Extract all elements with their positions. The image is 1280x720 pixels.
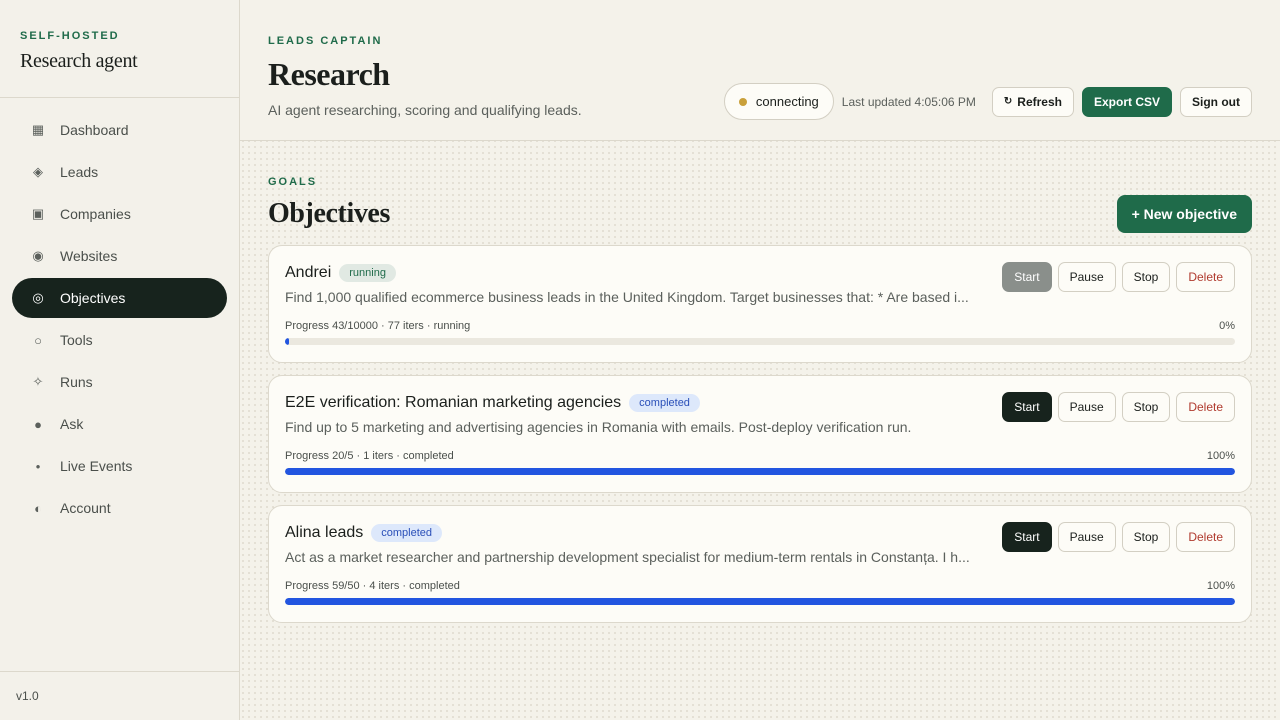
main-content: LEADS CAPTAIN Research AI agent research… bbox=[240, 0, 1280, 720]
sidebar-item-companies[interactable]: ▣ Companies bbox=[12, 194, 227, 234]
progress-bar bbox=[285, 598, 1235, 605]
sidebar-item-label: Leads bbox=[60, 164, 99, 180]
objective-card: Alina leads completed Act as a market re… bbox=[268, 505, 1252, 623]
refresh-label: Refresh bbox=[1017, 94, 1062, 109]
stop-button[interactable]: Stop bbox=[1121, 262, 1171, 292]
progress-bar-fill bbox=[285, 598, 1235, 605]
sidebar-item-account[interactable]: ◐ Account bbox=[12, 488, 227, 528]
delete-button[interactable]: Delete bbox=[1176, 522, 1235, 552]
objective-name: Andrei bbox=[285, 264, 332, 281]
objective-card: Andrei running Find 1,000 qualified ecom… bbox=[268, 245, 1252, 363]
page-title: Research bbox=[268, 56, 390, 92]
status-dot-icon bbox=[738, 97, 747, 106]
pause-button[interactable]: Pause bbox=[1057, 262, 1116, 292]
sidebar-item-label: Websites bbox=[60, 248, 118, 264]
progress-percent: 100% bbox=[1206, 580, 1235, 592]
diamond-icon: ◈ bbox=[33, 164, 43, 179]
sign-out-button[interactable]: Sign out bbox=[1180, 86, 1252, 117]
sidebar-item-dashboard[interactable]: ▦ Dashboard bbox=[12, 110, 227, 150]
sidebar-item-runs[interactable]: ✧ Runs bbox=[12, 362, 227, 402]
brand: SELF-HOSTED Research agent bbox=[20, 30, 138, 73]
brand-title: Research agent bbox=[20, 50, 138, 72]
start-button[interactable]: Start bbox=[1002, 522, 1052, 552]
header-actions: connecting Last updated 4:05:06 PM ↻ Ref… bbox=[723, 83, 1252, 120]
section-kicker: GOALS bbox=[268, 176, 318, 188]
export-csv-button[interactable]: Export CSV bbox=[1081, 86, 1172, 117]
sidebar-item-label: Dashboard bbox=[60, 122, 129, 138]
account-icon: ◐ bbox=[34, 500, 42, 516]
pause-button[interactable]: Pause bbox=[1057, 522, 1116, 552]
status-badge: completed bbox=[629, 394, 700, 412]
sidebar-item-objectives[interactable]: ◎ Objectives bbox=[12, 278, 227, 318]
sidebar-divider bbox=[0, 97, 239, 98]
progress-bar bbox=[285, 468, 1235, 475]
pause-button[interactable]: Pause bbox=[1057, 392, 1116, 422]
objective-description: Find 1,000 qualified ecommerce business … bbox=[285, 289, 969, 305]
sidebar-item-label: Runs bbox=[60, 374, 93, 390]
tool-icon: ○ bbox=[34, 332, 42, 348]
globe-icon: ◉ bbox=[32, 248, 44, 263]
objective-actions: Start Pause Stop Delete bbox=[996, 262, 1235, 292]
page-subtitle: AI agent researching, scoring and qualif… bbox=[268, 102, 582, 118]
objective-description: Act as a market researcher and partnersh… bbox=[285, 549, 970, 565]
app-version: v1.0 bbox=[16, 689, 39, 703]
connection-status-label: connecting bbox=[755, 94, 819, 109]
connection-status-badge: connecting bbox=[723, 83, 834, 120]
status-badge: completed bbox=[371, 524, 443, 542]
sidebar-footer-divider bbox=[0, 671, 239, 672]
stop-button[interactable]: Stop bbox=[1121, 392, 1171, 422]
sidebar-item-label: Live Events bbox=[60, 458, 133, 474]
objective-description: Find up to 5 marketing and advertising a… bbox=[285, 419, 912, 435]
sidebar-item-label: Companies bbox=[60, 206, 131, 222]
progress-text: Progress 43/10000 · 77 iters · running bbox=[285, 320, 471, 332]
objective-title-row: Alina leads completed bbox=[285, 524, 443, 542]
brand-kicker: SELF-HOSTED bbox=[20, 30, 120, 42]
progress-bar bbox=[285, 338, 1235, 345]
live-dot-icon: • bbox=[35, 458, 41, 474]
chat-icon: ● bbox=[34, 416, 42, 432]
start-button[interactable]: Start bbox=[1002, 262, 1052, 292]
objective-name: Alina leads bbox=[285, 524, 364, 541]
progress-text: Progress 20/5 · 1 iters · completed bbox=[285, 450, 454, 462]
status-badge: running bbox=[339, 264, 396, 282]
objective-title-row: E2E verification: Romanian marketing age… bbox=[285, 394, 700, 412]
objective-card: E2E verification: Romanian marketing age… bbox=[268, 375, 1252, 493]
objective-actions: Start Pause Stop Delete bbox=[996, 392, 1235, 422]
sidebar-item-tools[interactable]: ○ Tools bbox=[12, 320, 227, 360]
objective-name: E2E verification: Romanian marketing age… bbox=[285, 394, 622, 411]
sidebar-nav: ▦ Dashboard ◈ Leads ▣ Companies ◉ Websites ◎ Obje… bbox=[12, 110, 227, 530]
sidebar-item-label: Account bbox=[60, 500, 111, 516]
building-icon: ▣ bbox=[31, 206, 45, 221]
refresh-button[interactable]: ↻ Refresh bbox=[991, 86, 1074, 117]
sparkle-icon: ✧ bbox=[32, 374, 44, 389]
objective-title-row: Andrei running bbox=[285, 264, 396, 282]
progress-bar-fill bbox=[285, 338, 290, 345]
target-icon: ◎ bbox=[32, 290, 44, 305]
sidebar-item-label: Ask bbox=[60, 416, 84, 432]
sidebar-item-leads[interactable]: ◈ Leads bbox=[12, 152, 227, 192]
sidebar-item-label: Objectives bbox=[60, 290, 126, 306]
sidebar: SELF-HOSTED Research agent ▦ Dashboard ◈ Le… bbox=[0, 0, 240, 720]
progress-text: Progress 59/50 · 4 iters · completed bbox=[285, 580, 460, 592]
page-header: LEADS CAPTAIN Research AI agent research… bbox=[240, 0, 1280, 141]
last-updated: Last updated 4:05:06 PM bbox=[841, 94, 976, 109]
section-title: Objectives bbox=[268, 198, 390, 229]
sidebar-item-ask[interactable]: ● Ask bbox=[12, 404, 227, 444]
sidebar-item-live-events[interactable]: • Live Events bbox=[12, 446, 227, 486]
header-kicker: LEADS CAPTAIN bbox=[268, 35, 383, 47]
delete-button[interactable]: Delete bbox=[1176, 392, 1235, 422]
stop-button[interactable]: Stop bbox=[1121, 522, 1171, 552]
new-objective-button[interactable]: + New objective bbox=[1116, 195, 1252, 233]
objectives-list: Andrei running Find 1,000 qualified ecom… bbox=[268, 245, 1252, 635]
start-button[interactable]: Start bbox=[1002, 392, 1052, 422]
grid-icon: ▦ bbox=[31, 122, 45, 137]
progress-percent: 100% bbox=[1206, 450, 1235, 462]
progress-percent: 0% bbox=[1219, 320, 1235, 332]
objective-actions: Start Pause Stop Delete bbox=[996, 522, 1235, 552]
sidebar-item-websites[interactable]: ◉ Websites bbox=[12, 236, 227, 276]
sidebar-item-label: Tools bbox=[60, 332, 93, 348]
refresh-icon: ↻ bbox=[1003, 96, 1013, 107]
delete-button[interactable]: Delete bbox=[1176, 262, 1235, 292]
progress-bar-fill bbox=[285, 468, 1235, 475]
